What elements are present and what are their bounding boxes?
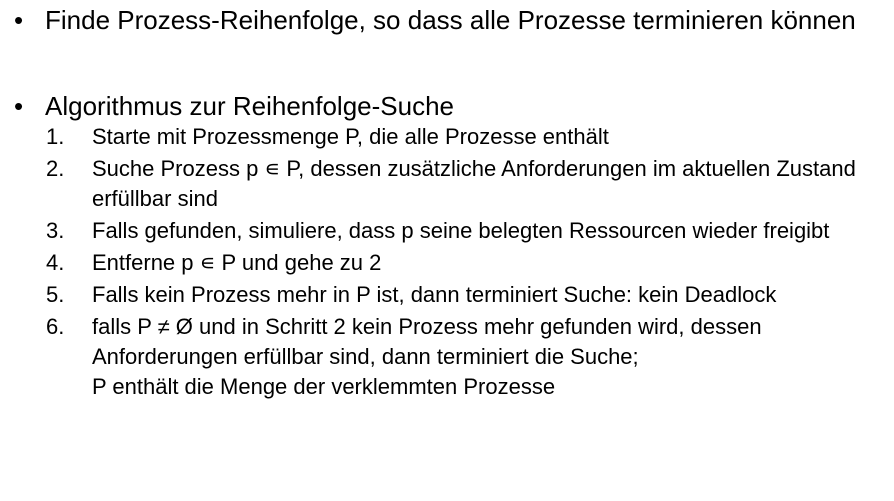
step-text: falls P ≠ Ø und in Schritt 2 kein Prozes…	[92, 314, 762, 369]
algorithm-steps-list: 1. Starte mit Prozessmenge P, die alle P…	[46, 122, 886, 404]
bullet-item: • Finde Prozess-Reihenfolge, so dass all…	[14, 2, 884, 38]
step-number: 6.	[46, 314, 65, 339]
step-item: 5. Falls kein Prozess mehr in P ist, dan…	[46, 280, 886, 310]
bullet-icon: •	[14, 5, 24, 35]
step-number: 2.	[46, 156, 65, 181]
step-item: 3. Falls gefunden, simuliere, dass p sei…	[46, 216, 886, 246]
step-item: 6. falls P ≠ Ø und in Schritt 2 kein Pro…	[46, 312, 886, 402]
slide-content: • Finde Prozess-Reihenfolge, so dass all…	[0, 0, 894, 501]
step-text: Starte mit Prozessmenge P, die alle Proz…	[92, 124, 609, 149]
step-item: 1. Starte mit Prozessmenge P, die alle P…	[46, 122, 886, 152]
bullet-text: Finde Prozess-Reihenfolge, so dass alle …	[45, 5, 856, 35]
bullet-icon: •	[14, 91, 24, 121]
step-text: Falls gefunden, simuliere, dass p seine …	[92, 218, 830, 243]
bullet-item: • Algorithmus zur Reihenfolge-Suche	[14, 88, 884, 124]
step-item: 4. Entferne p ∊ P und gehe zu 2	[46, 248, 886, 278]
step-number: 1.	[46, 124, 65, 149]
step-item: 2. Suche Prozess p ∊ P, dessen zusätzlic…	[46, 154, 886, 214]
step-text-block: falls P ≠ Ø und in Schritt 2 kein Prozes…	[92, 312, 882, 402]
step-text-continuation: P enthält die Menge der verklemmten Proz…	[92, 374, 556, 399]
bullet-text: Algorithmus zur Reihenfolge-Suche	[45, 91, 454, 121]
step-number: 4.	[46, 250, 65, 275]
step-text: Entferne p ∊ P und gehe zu 2	[92, 250, 382, 275]
step-number: 3.	[46, 218, 65, 243]
step-text: Suche Prozess p ∊ P, dessen zusätzliche …	[92, 156, 856, 211]
step-text: Falls kein Prozess mehr in P ist, dann t…	[92, 282, 777, 307]
step-number: 5.	[46, 282, 65, 307]
